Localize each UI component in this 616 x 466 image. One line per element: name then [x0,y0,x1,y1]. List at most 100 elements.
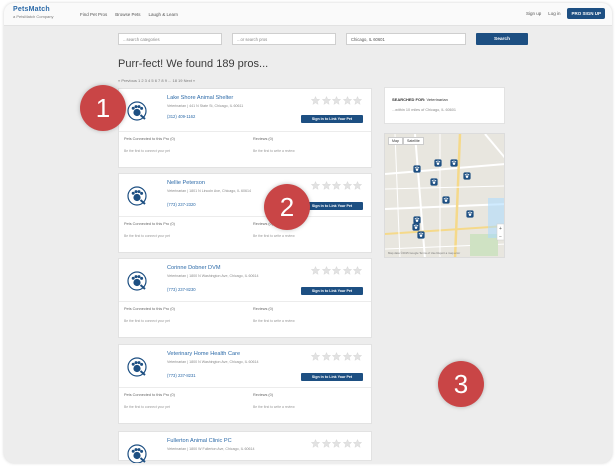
map-pin-icon[interactable] [463,167,471,180]
rating-stars[interactable] [311,266,362,275]
result-card[interactable]: Nellie Peterson Veterinarian | 1801 N Lin… [118,173,372,253]
star-icon[interactable] [332,439,341,448]
star-icon[interactable] [321,181,331,190]
nav-link-laugh-learn[interactable]: Laugh & Learn [149,12,179,17]
star-icon[interactable] [342,439,352,448]
map-pin-icon[interactable] [412,218,420,231]
pets-empty-text[interactable]: Be the first to connect your pet [124,234,170,238]
pro-avatar-icon [127,271,147,291]
map-pin-icon[interactable] [434,154,442,167]
rating-stars[interactable] [311,439,362,448]
pro-phone[interactable]: (773) 237-8230 [167,287,196,292]
star-icon[interactable] [353,96,362,105]
pets-connected-label: Pets Connected to this Pro (0) [124,222,175,226]
rating-stars[interactable] [311,96,362,105]
searched-for-heading: SEARCHED FOR: Veterinarian [392,97,448,102]
pagination[interactable]: « Previous 1 2 3 4 5 6 7 8 9 ... 18 19 N… [118,78,195,83]
link-pet-button[interactable]: Sign in to Link Your Pet [301,115,363,123]
nav-links: Find Pet Pros Browse Pets Laugh & Learn [80,12,178,17]
badge-two: 2 [264,184,310,230]
sign-up-link[interactable]: Sign up [526,11,541,16]
pro-phone[interactable]: (312) 409-1162 [167,114,195,119]
nav-link-find-pros[interactable]: Find Pet Pros [80,12,107,17]
map-type-tabs: Map Satellite [388,137,424,145]
nav-link-browse-pets[interactable]: Browse Pets [115,12,140,17]
reviews-empty-text[interactable]: Be the first to write a review [253,405,295,409]
map-pin-icon[interactable] [417,226,425,239]
result-card[interactable]: Fullerton Animal Clinic PC Veterinarian |… [118,431,372,463]
results-map[interactable]: + − Map Satellite Map data ©2015 Google … [384,133,505,258]
map-tab-satellite[interactable]: Satellite [403,137,424,145]
map-pin-icon[interactable] [413,160,421,173]
screenshot-frame: PetsMatch a PetsMatch Company Find Pet P… [4,3,612,463]
link-pet-button[interactable]: Sign in to Link Your Pet [301,202,363,210]
result-card[interactable]: Corinne Dobner DVM Veterinarian | 1800 N … [118,258,372,338]
pro-sign-up-button[interactable]: PRO SIGN UP [567,8,605,19]
location-input[interactable]: Chicago, IL 60601 [346,33,466,45]
star-icon[interactable] [332,352,341,361]
reviews-empty-text[interactable]: Be the first to write a review [253,149,295,153]
star-icon[interactable] [332,181,341,190]
result-card[interactable]: Lake Shore Animal Shelter Veterinarian | … [118,88,372,168]
map-pin-icon[interactable] [466,205,474,218]
pro-address: Veterinarian | 1800 N Washington Ave, Ch… [167,360,259,364]
star-icon[interactable] [321,439,331,448]
star-icon[interactable] [332,96,341,105]
star-icon[interactable] [321,266,331,275]
star-icon[interactable] [353,266,362,275]
pro-phone[interactable]: (773) 237-2320 [167,202,196,207]
map-tab-map[interactable]: Map [388,137,403,145]
star-icon[interactable] [321,352,331,361]
star-icon[interactable] [342,352,352,361]
star-icon[interactable] [321,96,331,105]
star-icon[interactable] [342,266,352,275]
pro-name[interactable]: Lake Shore Animal Shelter [167,95,233,101]
log-in-link[interactable]: Log in [548,11,560,16]
link-pet-button[interactable]: Sign in to Link Your Pet [301,287,363,295]
pets-empty-text[interactable]: Be the first to connect your pet [124,319,170,323]
pro-search-input[interactable]: ...or search pros [232,33,336,45]
reviews-empty-text[interactable]: Be the first to write a review [253,234,295,238]
logo-text: PetsMatch [13,6,50,13]
map-pin-icon[interactable] [450,154,458,167]
pets-connected-label: Pets Connected to this Pro (0) [124,137,175,141]
result-card[interactable]: Veterinary Home Health Care Veterinarian … [118,344,372,424]
site-logo[interactable]: PetsMatch a PetsMatch Company [13,6,53,19]
reviews-empty-text[interactable]: Be the first to write a review [253,319,295,323]
reviews-label: Reviews (0) [253,137,274,141]
card-divider [119,387,371,388]
star-icon[interactable] [353,181,362,190]
rating-stars[interactable] [311,352,362,361]
card-divider [119,301,371,302]
category-search-input[interactable]: ...search categories [118,33,222,45]
star-icon[interactable] [311,266,320,275]
searched-for-label: SEARCHED FOR: [392,97,426,102]
pets-empty-text[interactable]: Be the first to connect your pet [124,405,170,409]
star-icon[interactable] [332,266,341,275]
pro-name[interactable]: Corinne Dobner DVM [167,265,220,271]
star-icon[interactable] [342,96,352,105]
svg-text:−: − [499,234,502,240]
star-icon[interactable] [311,181,320,190]
card-divider [119,131,371,132]
star-icon[interactable] [311,96,320,105]
rating-stars[interactable] [311,181,362,190]
nav-account: Sign up Log in PRO SIGN UP [526,8,605,19]
search-button[interactable]: Search [476,33,528,45]
pro-phone[interactable]: (773) 237-8231 [167,373,196,378]
star-icon[interactable] [353,439,362,448]
pro-name[interactable]: Fullerton Animal Clinic PC [167,438,232,444]
map-pin-icon[interactable] [430,173,438,186]
star-icon[interactable] [342,181,352,190]
pro-avatar-icon [127,444,147,463]
searched-for-value: Veterinarian [426,97,448,102]
pro-name[interactable]: Nellie Peterson [167,180,205,186]
logo-subtext: a PetsMatch Company [13,14,54,19]
star-icon[interactable] [311,352,320,361]
map-pin-icon[interactable] [442,191,450,204]
star-icon[interactable] [311,439,320,448]
pets-empty-text[interactable]: Be the first to connect your pet [124,149,170,153]
pro-name[interactable]: Veterinary Home Health Care [167,351,240,357]
link-pet-button[interactable]: Sign in to Link Your Pet [301,373,363,381]
star-icon[interactable] [353,352,362,361]
